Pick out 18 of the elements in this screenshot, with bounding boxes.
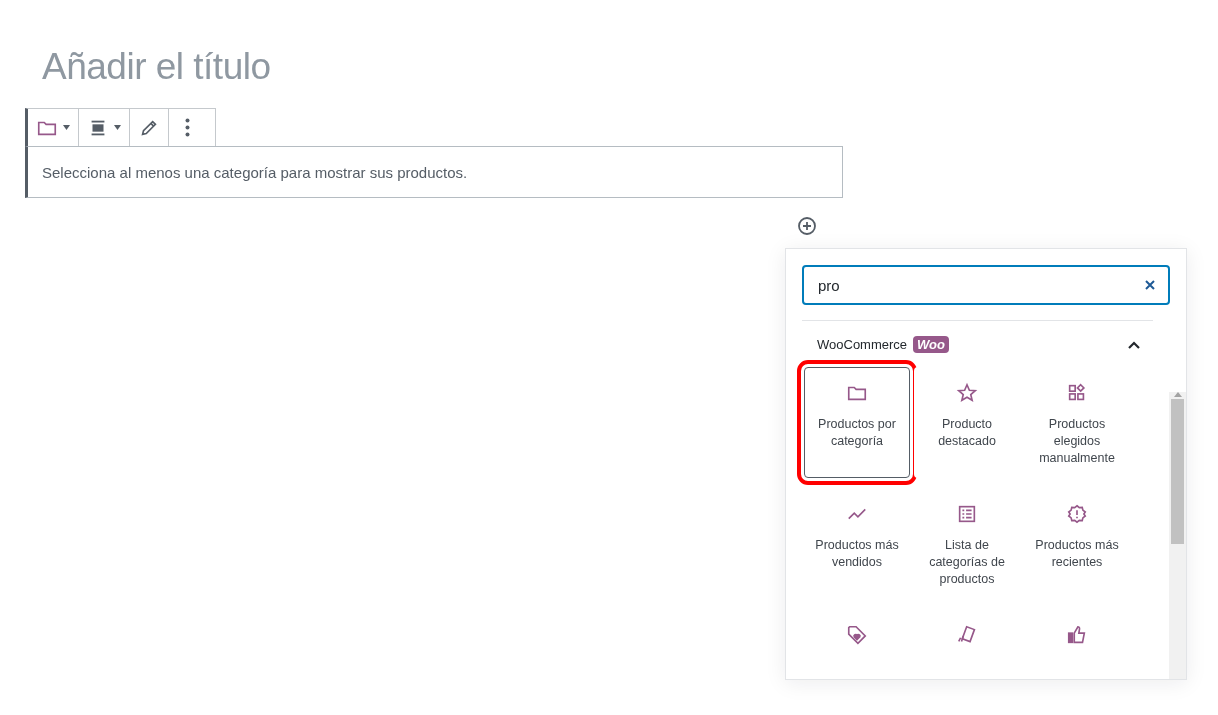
woo-logo: Woo	[913, 336, 949, 353]
tag-heart-icon	[846, 624, 868, 646]
chevron-icon	[1127, 340, 1141, 349]
caret-icon	[63, 125, 70, 130]
search-field[interactable]: pro	[802, 265, 1170, 305]
section-title: WooCommerce	[817, 337, 908, 352]
scrollbar[interactable]	[1169, 392, 1186, 679]
star-icon	[956, 382, 978, 404]
alert-badge-icon	[1066, 503, 1088, 525]
list-icon	[956, 503, 978, 525]
block-message: Selecciona al menos una categoría para mostrar sus productos.	[42, 163, 468, 181]
thumbs-up-icon	[1066, 624, 1088, 646]
caret-icon	[114, 125, 121, 130]
more-options-icon	[185, 118, 190, 137]
add-block-button[interactable]	[797, 216, 817, 236]
scroll-up-icon[interactable]	[1173, 392, 1182, 397]
clear-search-button[interactable]	[1144, 279, 1156, 291]
cards-icon	[956, 624, 978, 646]
